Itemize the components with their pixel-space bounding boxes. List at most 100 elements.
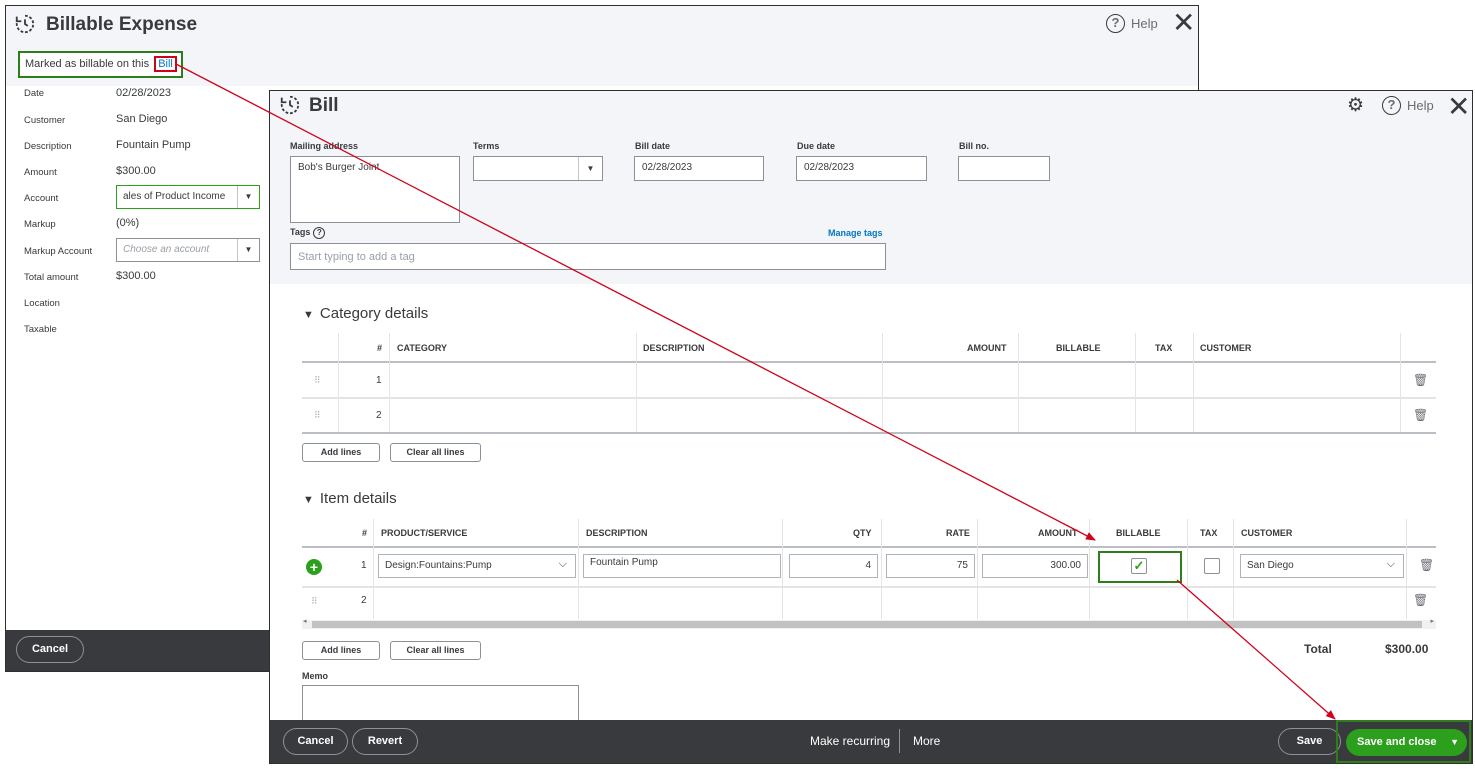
col-divider: [1400, 333, 1401, 433]
field-label-customer: Customer: [24, 115, 66, 126]
save-and-close-button[interactable]: Save and close ▼: [1346, 729, 1467, 756]
close-icon[interactable]: ✕: [1172, 9, 1195, 37]
product-service-select[interactable]: Design:Fountains:Pump ⌵: [378, 554, 576, 578]
customer-value: San Diego: [1247, 560, 1294, 571]
memo-input[interactable]: [302, 685, 579, 725]
item-rate-input[interactable]: 75: [886, 554, 975, 578]
item-details-title: Item details: [319, 490, 397, 507]
add-row-icon[interactable]: +: [306, 559, 322, 575]
trash-icon[interactable]: 🗑: [1413, 593, 1428, 607]
scroll-right-icon[interactable]: ▸: [1430, 617, 1434, 625]
field-label-date: Date: [24, 88, 45, 99]
chevron-down-icon[interactable]: ⌵: [559, 558, 567, 571]
caret-down-icon[interactable]: ▼: [237, 239, 259, 261]
revert-button[interactable]: Revert: [352, 728, 418, 755]
col-divider: [1018, 333, 1019, 433]
drag-handle-icon[interactable]: ⠿: [314, 375, 321, 386]
item-col-description: DESCRIPTION: [586, 528, 648, 538]
caret-down-icon[interactable]: ▼: [237, 186, 259, 208]
due-date-input[interactable]: 02/28/2023: [796, 156, 927, 181]
category-header-divider: [302, 361, 1436, 363]
field-value-total-amount: $300.00: [116, 270, 156, 282]
scrollbar-thumb[interactable]: [312, 621, 1422, 628]
item-add-lines-button[interactable]: Add lines: [302, 641, 380, 660]
item-col-qty: QTY: [853, 528, 872, 538]
chevron-down-icon[interactable]: ⌵: [1387, 558, 1395, 571]
markup-account-placeholder: Choose an account: [123, 244, 210, 255]
footer-divider: [899, 729, 900, 753]
tags-input[interactable]: Start typing to add a tag: [290, 243, 886, 270]
manage-tags-link[interactable]: Manage tags: [828, 228, 883, 238]
save-and-close-highlight: Save and close ▼: [1336, 720, 1471, 763]
billable-expense-cancel-button[interactable]: Cancel: [16, 636, 84, 663]
col-divider: [1135, 333, 1136, 433]
marked-billable-banner: Marked as billable on this Bill: [18, 51, 183, 78]
total-value: $300.00: [1385, 642, 1429, 656]
terms-select[interactable]: ▼: [473, 156, 603, 181]
bill-no-input[interactable]: [958, 156, 1050, 181]
help-button[interactable]: ? Help: [1106, 14, 1158, 33]
bill-footer: Cancel Revert Make recurring More Save: [270, 720, 1472, 763]
caret-down-icon[interactable]: ▼: [1450, 729, 1459, 756]
mailing-address-input[interactable]: Bob's Burger Joint: [290, 156, 460, 223]
tags-label-text: Tags: [290, 227, 311, 237]
customer-select[interactable]: San Diego ⌵: [1240, 554, 1404, 578]
make-recurring-link[interactable]: Make recurring: [810, 734, 890, 748]
bill-link[interactable]: Bill: [154, 56, 177, 72]
gear-icon[interactable]: ⚙: [1347, 94, 1364, 117]
category-details-heading[interactable]: ▼ Category details: [303, 305, 428, 322]
col-divider: [338, 333, 339, 433]
trash-icon[interactable]: 🗑: [1413, 408, 1428, 422]
item-qty-input[interactable]: 4: [789, 554, 878, 578]
save-and-close-label: Save and close: [1357, 736, 1437, 748]
drag-handle-icon[interactable]: ⠿: [311, 596, 318, 607]
caret-down-icon[interactable]: ▼: [578, 157, 602, 180]
col-divider: [636, 333, 637, 433]
item-col-num: #: [362, 528, 368, 538]
item-col-billable: BILLABLE: [1116, 528, 1161, 538]
item-row-num: 1: [361, 560, 367, 571]
item-col-customer: CUSTOMER: [1241, 528, 1293, 538]
billable-expense-title: Billable Expense: [46, 14, 198, 35]
marked-billable-text: Marked as billable on this: [25, 58, 150, 70]
scroll-left-icon[interactable]: ◂: [303, 617, 307, 625]
bill-cancel-button[interactable]: Cancel: [283, 728, 348, 755]
col-divider: [881, 519, 882, 619]
drag-handle-icon[interactable]: ⠿: [314, 410, 321, 421]
billable-checkbox[interactable]: ✓: [1131, 558, 1147, 574]
category-col-customer: CUSTOMER: [1200, 343, 1252, 353]
help-button[interactable]: ? Help: [1382, 96, 1434, 115]
item-clear-lines-button[interactable]: Clear all lines: [390, 641, 481, 660]
col-divider: [1089, 519, 1090, 619]
trash-icon[interactable]: 🗑: [1413, 373, 1428, 387]
col-divider: [373, 519, 374, 619]
help-icon[interactable]: ?: [313, 227, 326, 239]
item-col-rate: RATE: [946, 528, 970, 538]
caret-down-icon: ▼: [303, 309, 314, 321]
category-col-num: #: [377, 343, 383, 353]
save-button[interactable]: Save: [1278, 728, 1341, 755]
item-amount-input[interactable]: 300.00: [982, 554, 1088, 578]
tags-label: Tags?: [290, 227, 326, 239]
item-details-heading[interactable]: ▼ Item details: [303, 490, 397, 507]
bill-date-input[interactable]: 02/28/2023: [634, 156, 764, 181]
field-value-description: Fountain Pump: [116, 139, 191, 151]
close-icon[interactable]: ✕: [1447, 91, 1470, 123]
field-value-date: 02/28/2023: [116, 87, 172, 99]
category-add-lines-button[interactable]: Add lines: [302, 443, 380, 462]
tax-checkbox[interactable]: [1204, 558, 1220, 574]
trash-icon[interactable]: 🗑: [1419, 558, 1434, 572]
markup-account-select[interactable]: Choose an account ▼: [116, 238, 260, 262]
account-select[interactable]: ales of Product Income ▼: [116, 185, 260, 209]
item-row-num: 2: [361, 595, 367, 606]
help-icon: ?: [1382, 96, 1401, 115]
col-divider: [882, 333, 883, 433]
category-clear-lines-button[interactable]: Clear all lines: [390, 443, 481, 462]
col-divider: [1193, 333, 1194, 433]
category-col-tax: TAX: [1155, 343, 1173, 353]
field-label-taxable: Taxable: [24, 324, 57, 335]
more-link[interactable]: More: [913, 734, 940, 748]
horizontal-scrollbar[interactable]: ◂ ▸: [302, 617, 1436, 629]
item-description-input[interactable]: Fountain Pump: [583, 554, 781, 578]
category-col-billable: BILLABLE: [1056, 343, 1101, 353]
